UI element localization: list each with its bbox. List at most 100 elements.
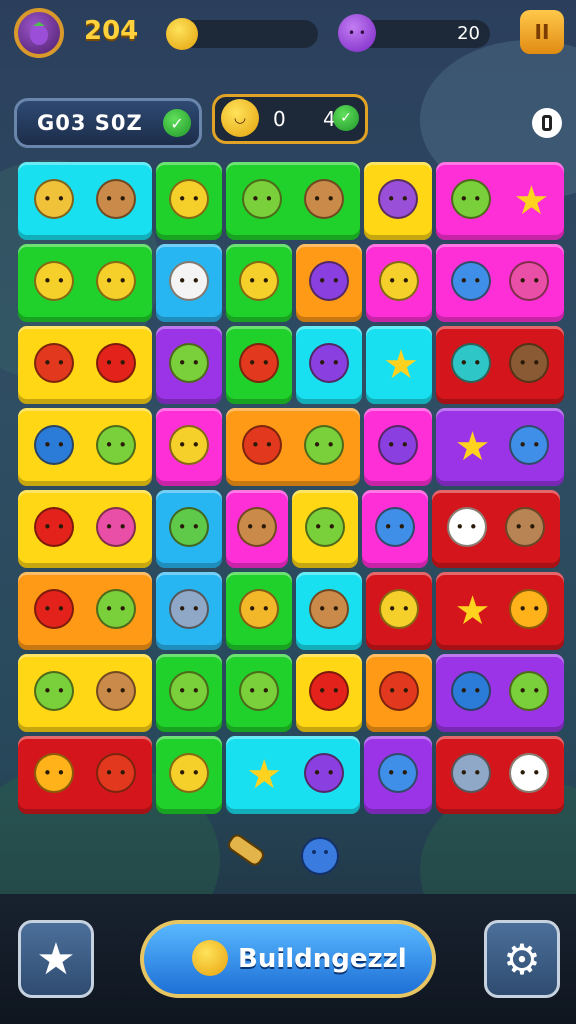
loose-blueberry-icon [301, 837, 339, 875]
board-tile[interactable]: • • • • [18, 326, 152, 404]
lime-icon: • • [242, 179, 283, 219]
sun-icon [192, 940, 228, 976]
board-tile[interactable]: • • [366, 244, 432, 322]
board-tile[interactable]: • • [296, 326, 362, 404]
loose-carrot-icon [228, 834, 264, 866]
board-tile[interactable]: • • • • [18, 490, 152, 568]
code-confirm-button[interactable]: ✓ [163, 109, 191, 137]
smiley-icon: ◡ [221, 99, 259, 137]
board-tile[interactable]: • • [156, 326, 222, 404]
board-tile[interactable]: • • [156, 490, 222, 568]
board-tile[interactable]: • • • • [432, 490, 560, 568]
board-tile[interactable]: • • [226, 326, 292, 404]
board-tile[interactable]: ★ • • [436, 572, 564, 650]
board-tile[interactable]: • • [296, 244, 362, 322]
board-tile[interactable]: • • ★ [436, 162, 564, 240]
blueberry-icon: • • [378, 753, 418, 793]
board-tile[interactable]: • • • • [18, 244, 152, 322]
board-tile[interactable]: • • [362, 490, 428, 568]
cookie-icon: • • [303, 179, 344, 219]
pepper-icon: • • [95, 753, 136, 793]
check-icon: ✓ [170, 113, 184, 133]
pause-button[interactable]: II [520, 10, 564, 54]
board-tile[interactable]: • • [296, 572, 362, 650]
lemon-icon: • • [239, 261, 279, 301]
board-tile[interactable]: ★ • • [436, 408, 564, 486]
level-code-panel: G03 S0Z ✓ [14, 98, 202, 148]
board-tile[interactable]: • • [226, 490, 288, 568]
board-tile[interactable]: • • • • [18, 572, 152, 650]
build-button-label: Buildngezzl [238, 944, 407, 974]
apple-icon: • • [309, 671, 349, 711]
cookie-icon: • • [95, 671, 136, 711]
player-avatar[interactable] [14, 8, 64, 58]
lemon-icon: • • [379, 261, 419, 301]
onion-icon: • • [169, 261, 209, 301]
favorites-button[interactable]: ★ [18, 920, 94, 998]
star-icon: ★ [383, 342, 419, 388]
toggle-button[interactable] [532, 108, 562, 138]
board-tile[interactable]: • • [366, 572, 432, 650]
lime-icon: • • [450, 179, 491, 219]
board-tile[interactable]: • • [156, 244, 222, 322]
sun-icon: • • [509, 589, 550, 629]
board-tile[interactable]: • • [156, 572, 222, 650]
board-tile[interactable]: • • • • [18, 736, 152, 814]
board-tile[interactable]: • • • • [436, 736, 564, 814]
melon-icon: • • [169, 507, 209, 547]
gear-icon: ⚙ [503, 934, 541, 984]
counter-confirm-button[interactable]: ✓ [333, 105, 359, 131]
board-tile[interactable]: • • • • [436, 244, 564, 322]
board-tile[interactable]: • • [226, 244, 292, 322]
build-button[interactable]: Buildngezzl [140, 920, 436, 998]
board-tile[interactable]: • • • • [18, 654, 152, 732]
star-icon: ★ [246, 752, 283, 798]
board-tile[interactable]: • • • • [436, 326, 564, 404]
board-tile[interactable]: • • • • [226, 408, 360, 486]
gem-count: 20 [457, 23, 480, 44]
board-tile[interactable]: • • [156, 408, 222, 486]
pinkberry-icon: • • [95, 507, 136, 547]
board-tile[interactable]: • • [364, 736, 432, 814]
board-tile[interactable]: ★ [366, 326, 432, 404]
lemon-icon: • • [169, 425, 209, 465]
board-tile[interactable]: • • [156, 736, 222, 814]
board-tile[interactable]: • • [292, 490, 358, 568]
purple-gem-icon: • • [338, 14, 376, 52]
star-icon: ★ [36, 933, 76, 985]
apple-icon: • • [95, 343, 136, 383]
eggplant-icon [30, 22, 48, 45]
check-icon: ✓ [340, 110, 352, 126]
pepper-icon: • • [239, 343, 279, 383]
board-tile[interactable]: • • [226, 572, 292, 650]
pepper-icon: • • [242, 425, 283, 465]
board-tile[interactable]: • • • • [18, 162, 152, 240]
mushroom-icon: • • [505, 507, 546, 547]
pinkberry-icon: • • [509, 261, 550, 301]
board-tile[interactable]: • • [364, 408, 432, 486]
cookie-icon: • • [95, 179, 136, 219]
board-tile[interactable]: • • • • [436, 654, 564, 732]
board-tile[interactable]: • • • • [226, 162, 360, 240]
board-tile[interactable]: • • [366, 654, 432, 732]
lime-icon: • • [239, 671, 279, 711]
settings-button[interactable]: ⚙ [484, 920, 560, 998]
board-tile[interactable]: • • [156, 162, 222, 240]
level-code: G03 S0Z [37, 111, 143, 135]
lemon-icon: • • [379, 589, 419, 629]
eggplant-icon: • • [378, 179, 418, 219]
grape-icon: • • [378, 425, 418, 465]
board-tile[interactable]: • • [156, 654, 222, 732]
pineapple-icon: • • [239, 589, 279, 629]
star-icon: ★ [454, 588, 491, 634]
lemon-icon: • • [95, 261, 136, 301]
cookie-icon: • • [237, 507, 277, 547]
lemon-icon: • • [34, 261, 75, 301]
board-tile[interactable]: • • [364, 162, 432, 240]
board-tile[interactable]: • • [296, 654, 362, 732]
board-tile[interactable]: • • [226, 654, 292, 732]
board-tile[interactable]: ★ • • [226, 736, 360, 814]
blueberry-icon: • • [375, 507, 415, 547]
board-tile[interactable]: • • • • [18, 408, 152, 486]
counter-a: 0 [273, 107, 286, 131]
